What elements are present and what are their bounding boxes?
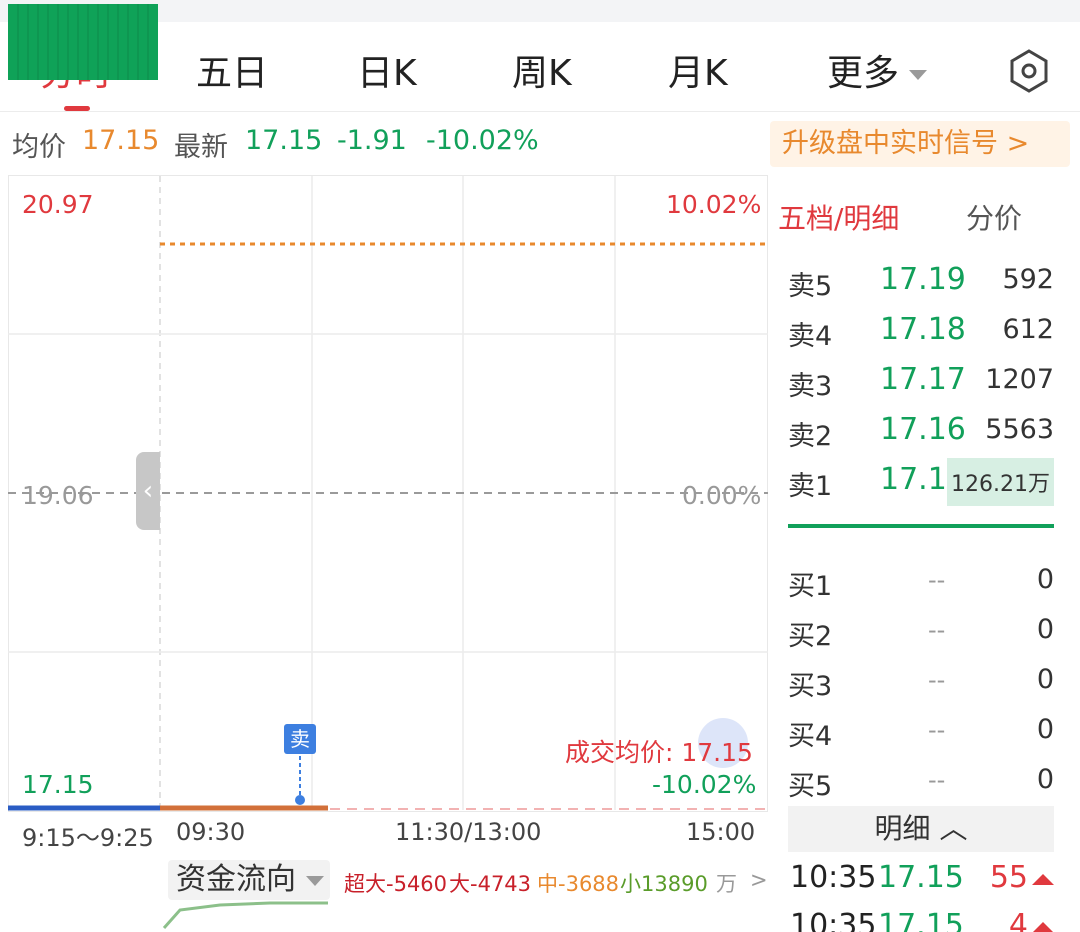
ask-label: 卖3 [788,371,833,402]
ask-row: 卖4 17.18 612 [788,306,1054,354]
sell-signal-marker[interactable]: 卖 [284,724,316,754]
bid-price: -- [928,716,946,744]
fund-more-chevron-icon[interactable]: > [750,868,768,892]
collapse-preopen-handle[interactable]: ‹ [136,452,160,530]
up-arrow-icon [1032,874,1054,885]
fund-large: 大-4743 [449,872,532,896]
bid-label: 买5 [788,771,833,802]
ask-volume: 592 [1002,264,1054,295]
tick-price: 17.15 [878,860,964,895]
preopen-volume-bars [8,4,158,80]
time-label-midday: 11:30/13:00 [395,818,542,846]
ask-volume: 5563 [985,414,1054,445]
fund-flow-label: 资金流向 [176,862,296,897]
fund-small: 小13890 [620,872,708,896]
tab-order-book[interactable]: 五档/明细 [778,197,899,237]
tab-more[interactable]: 更多 [827,44,928,96]
detail-toggle-button[interactable]: 明细 ︿ [788,806,1054,852]
bid-price: -- [928,666,946,694]
bid-volume: 0 [1036,664,1054,695]
order-book-header: 五档/明细 分价 [770,185,1080,245]
chevron-down-icon [306,875,324,886]
order-book-divider [788,524,1054,528]
upgrade-signal-button[interactable]: 升级盘中实时信号 > [770,121,1070,167]
avg-price-annotation: 成交均价: 17.15 [565,738,753,767]
ask-volume: 126.21万 [947,458,1054,506]
price-bottom-label: 17.15 [22,770,94,799]
bid-label: 买4 [788,721,833,752]
bid-row: 买1 -- 0 [788,556,1054,604]
tab-more-label: 更多 [827,53,900,94]
bid-volume: 0 [1036,564,1054,595]
tab-price-distribution[interactable]: 分价 [966,197,1022,237]
tick-price: 17.15 [878,908,964,932]
bid-label: 买1 [788,571,833,602]
bid-price: -- [928,766,946,794]
pct-top-label: 10.02% [666,190,762,219]
price-top-label: 20.97 [22,190,94,219]
tick-time: 10:35 [790,908,877,932]
price-mid-label: 19.06 [22,481,94,510]
chevron-down-icon [909,70,928,80]
bid-price: -- [928,566,946,594]
fund-flow-sparkline [162,901,328,929]
ask-row: 卖1 17.15 126.21万 [788,456,1054,506]
time-label-preopen: 9:15～9:25 [22,824,154,852]
pct-bottom-label: -10.02% [652,770,757,799]
ask-label: 卖4 [788,321,833,352]
ask-row: 卖3 17.17 1207 [788,356,1054,404]
tick-row: 10:35 17.15 55 [790,856,1054,904]
sell-marker-dot [295,795,305,805]
ask-volume: 612 [1002,314,1054,345]
bid-volume: 0 [1036,714,1054,745]
bid-row: 买4 -- 0 [788,706,1054,754]
time-label-open: 09:30 [176,818,246,846]
ask-volume: 1207 [985,364,1054,395]
bid-row: 买2 -- 0 [788,606,1054,654]
ask-row: 卖2 17.16 5563 [788,406,1054,454]
ask-label: 卖2 [788,421,833,452]
ask-row: 卖5 17.19 592 [788,256,1054,304]
time-label-close: 15:00 [686,818,756,846]
ask-label: 卖5 [788,271,833,302]
bid-label: 买2 [788,621,833,652]
settings-hexagon-icon[interactable] [1005,47,1053,95]
bid-row: 买3 -- 0 [788,656,1054,704]
ask-price: 17.19 [880,262,966,297]
up-arrow-icon [1032,922,1054,932]
ask-price: 17.18 [880,312,966,347]
pct-mid-label: 0.00% [682,481,762,510]
tick-volume: 4 [1008,908,1028,932]
fund-flow-dropdown[interactable]: 资金流向 [168,860,330,900]
tick-time: 10:35 [790,860,877,895]
bid-price: -- [928,616,946,644]
ask-price: 17.16 [880,412,966,447]
tick-volume: 55 [989,860,1028,895]
fund-unit: 万 [716,872,737,896]
ask-label: 卖1 [788,471,833,502]
fund-medium: 中-3688 [537,872,620,896]
ask-price: 17.17 [880,362,966,397]
fund-super-large: 超大-5460 [344,872,448,896]
bid-label: 买3 [788,671,833,702]
bid-volume: 0 [1036,764,1054,795]
tick-row: 10:35 17.15 4 [790,904,1054,932]
chart-grid [8,176,768,811]
bid-row: 买5 -- 0 [788,756,1054,804]
bid-volume: 0 [1036,614,1054,645]
